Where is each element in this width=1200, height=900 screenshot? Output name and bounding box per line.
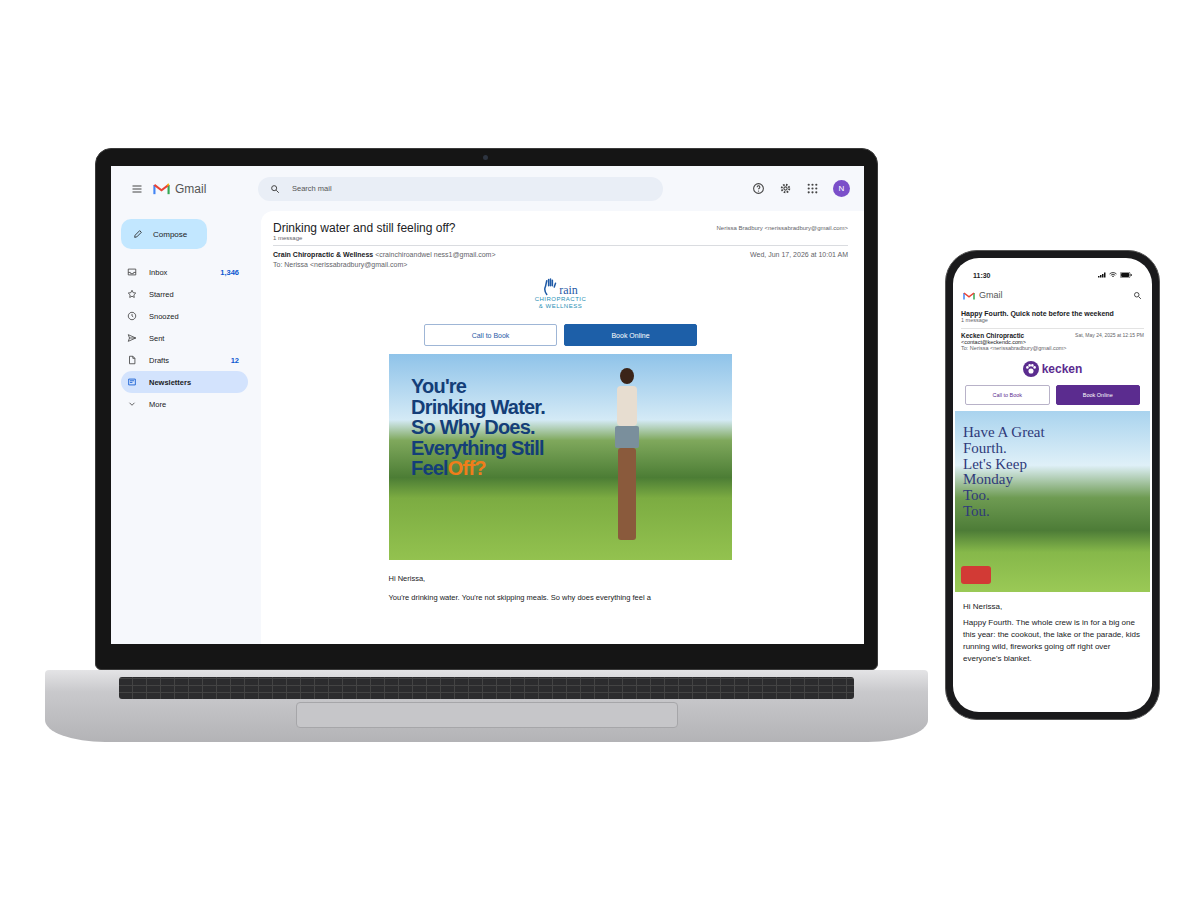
email-body: You're drinking water. You're not skippi… [389,593,651,602]
gmail-brand[interactable]: Gmail [153,182,248,196]
sidebar-item[interactable]: Snoozed [121,305,248,327]
cooler [961,566,991,584]
email-greeting: Hi Nerissa, [389,574,426,583]
hero-banner: Have A GreatFourth.Let's KeepMondayToo.T… [955,411,1150,592]
sidebar-item[interactable]: More [121,393,248,415]
battery-icon [1120,272,1132,278]
sidebar-count: 12 [231,356,239,365]
message-subject: Happy Fourth. Quick note before the week… [961,310,1144,317]
apps-grid-icon[interactable] [806,182,819,195]
person-figure [607,368,647,554]
kecken-logo: kecken [961,361,1144,377]
hand-logo-icon [543,278,558,296]
app-name: Gmail [175,182,206,196]
settings-gear-icon[interactable] [779,182,792,195]
sidebar-label: Sent [149,334,164,343]
laptop: Gmail Search mail N Compose Inbox 1,346 Starre… [45,148,928,742]
message-date: Sat, May 24, 2025 at 12:15 PM [1075,332,1144,338]
sidebar-label: Newsletters [149,378,191,387]
message-count: 1 message [961,317,1144,323]
sidebar-label: Snoozed [149,312,179,321]
sender: Crain Chiropractic & Wellness <crainchir… [273,251,496,258]
clock-icon [127,311,137,321]
laptop-screen: Gmail Search mail N Compose Inbox 1,346 Starre… [111,166,864,644]
wifi-icon [1109,272,1117,278]
cta-button[interactable]: Call to Book [965,385,1050,405]
sidebar-label: Starred [149,290,174,299]
keyboard [119,677,854,699]
header-recipient: Nerissa Bradbury <nerissabradbury@gmail.… [717,225,848,231]
message-subject: Drinking water and still feeling off? [273,221,456,235]
cta-button[interactable]: Call to Book [424,324,557,346]
camera-icon [483,155,488,160]
hero-headline: You'reDrinking Water.So Why Does.Everyth… [411,376,545,478]
cta-buttons: Call to Book Book Online [424,324,697,346]
sidebar-item[interactable]: Starred [121,283,248,305]
search-icon[interactable] [1133,291,1142,300]
sidebar: Compose Inbox 1,346 Starred Snoozed Sent Draft… [111,211,261,644]
sender-row: Kecken Chiropractic<contact@keckendc.com… [961,328,1144,345]
cta-buttons: Call to Book Book Online [961,385,1144,405]
search-icon [270,184,280,194]
pencil-icon [133,229,143,239]
phone-screen: 11:30 Gmail Happy Fourth. Quick note befor… [953,258,1152,712]
sender-address: <contact@keckendc.com> [961,339,1026,345]
newsletter-icon [127,377,137,387]
gmail-logo-icon [153,182,170,195]
top-bar: Gmail Search mail N [111,166,864,211]
app-bar: Gmail [961,284,1144,306]
hero-headline: Have A GreatFourth.Let's KeepMondayToo.T… [963,425,1045,520]
hero-banner: You'reDrinking Water.So Why Does.Everyth… [389,354,732,560]
sender-row: Crain Chiropractic & Wellness <crainchir… [273,251,848,258]
sidebar-label: Inbox [149,268,167,277]
recipient-row: To: Nerissa <nerissabradbury@gmail.com> [961,345,1144,351]
mail-body: Compose Inbox 1,346 Starred Snoozed Sent Draft… [111,211,864,644]
search-field[interactable]: Search mail [258,177,663,201]
compose-button[interactable]: Compose [121,219,207,249]
trackpad [296,702,678,728]
laptop-base [45,670,928,742]
message-date: Wed, Jun 17, 2026 at 10:01 AM [750,251,848,258]
cta-button[interactable]: Book Online [1056,385,1141,405]
send-icon [127,333,137,343]
email-body: Happy Fourth. The whole crew is in for a… [961,617,1144,665]
phone: 11:30 Gmail Happy Fourth. Quick note befor… [945,250,1160,720]
status-bar: 11:30 [961,266,1144,284]
recipient-row: To: Nerissa <nerissabradbury@gmail.com> [273,261,848,268]
file-icon [127,355,137,365]
sidebar-item[interactable]: Inbox 1,346 [121,261,248,283]
message-count: 1 message [273,235,848,241]
inbox-icon [127,267,137,277]
sidebar-count: 1,346 [220,268,239,277]
message-view: Drinking water and still feeling off? Ner… [261,211,864,644]
sidebar-list: Inbox 1,346 Starred Snoozed Sent Drafts 12 News… [111,261,261,415]
sender-name: Kecken Chiropractic [961,332,1026,339]
sidebar-label: More [149,400,166,409]
status-time: 11:30 [973,272,991,279]
paw-logo-icon [1023,361,1039,377]
chevron-icon [127,399,137,409]
laptop-lid: Gmail Search mail N Compose Inbox 1,346 Starre… [95,148,878,670]
email-content: rainCHIROPRACTIC& WELLNESS Call to Book Bo… [375,278,747,602]
crain-logo: rainCHIROPRACTIC& WELLNESS [535,278,587,310]
top-actions: N [752,180,850,197]
search-placeholder: Search mail [292,184,332,193]
sidebar-item[interactable]: Sent [121,327,248,349]
star-icon [127,289,137,299]
email-greeting: Hi Nerissa, [961,602,1144,611]
gmail-logo-icon [963,291,975,300]
sidebar-item[interactable]: Newsletters [121,371,248,393]
sidebar-label: Drafts [149,356,169,365]
mockup-stage: Gmail Search mail N Compose Inbox 1,346 Starre… [0,0,1200,900]
help-icon[interactable] [752,182,765,195]
app-name: Gmail [979,290,1003,300]
account-avatar[interactable]: N [833,180,850,197]
cta-button[interactable]: Book Online [564,324,697,346]
menu-icon[interactable] [131,183,143,195]
signal-icon [1098,272,1106,278]
sidebar-item[interactable]: Drafts 12 [121,349,248,371]
message-header: Drinking water and still feeling off? Ner… [273,221,848,246]
